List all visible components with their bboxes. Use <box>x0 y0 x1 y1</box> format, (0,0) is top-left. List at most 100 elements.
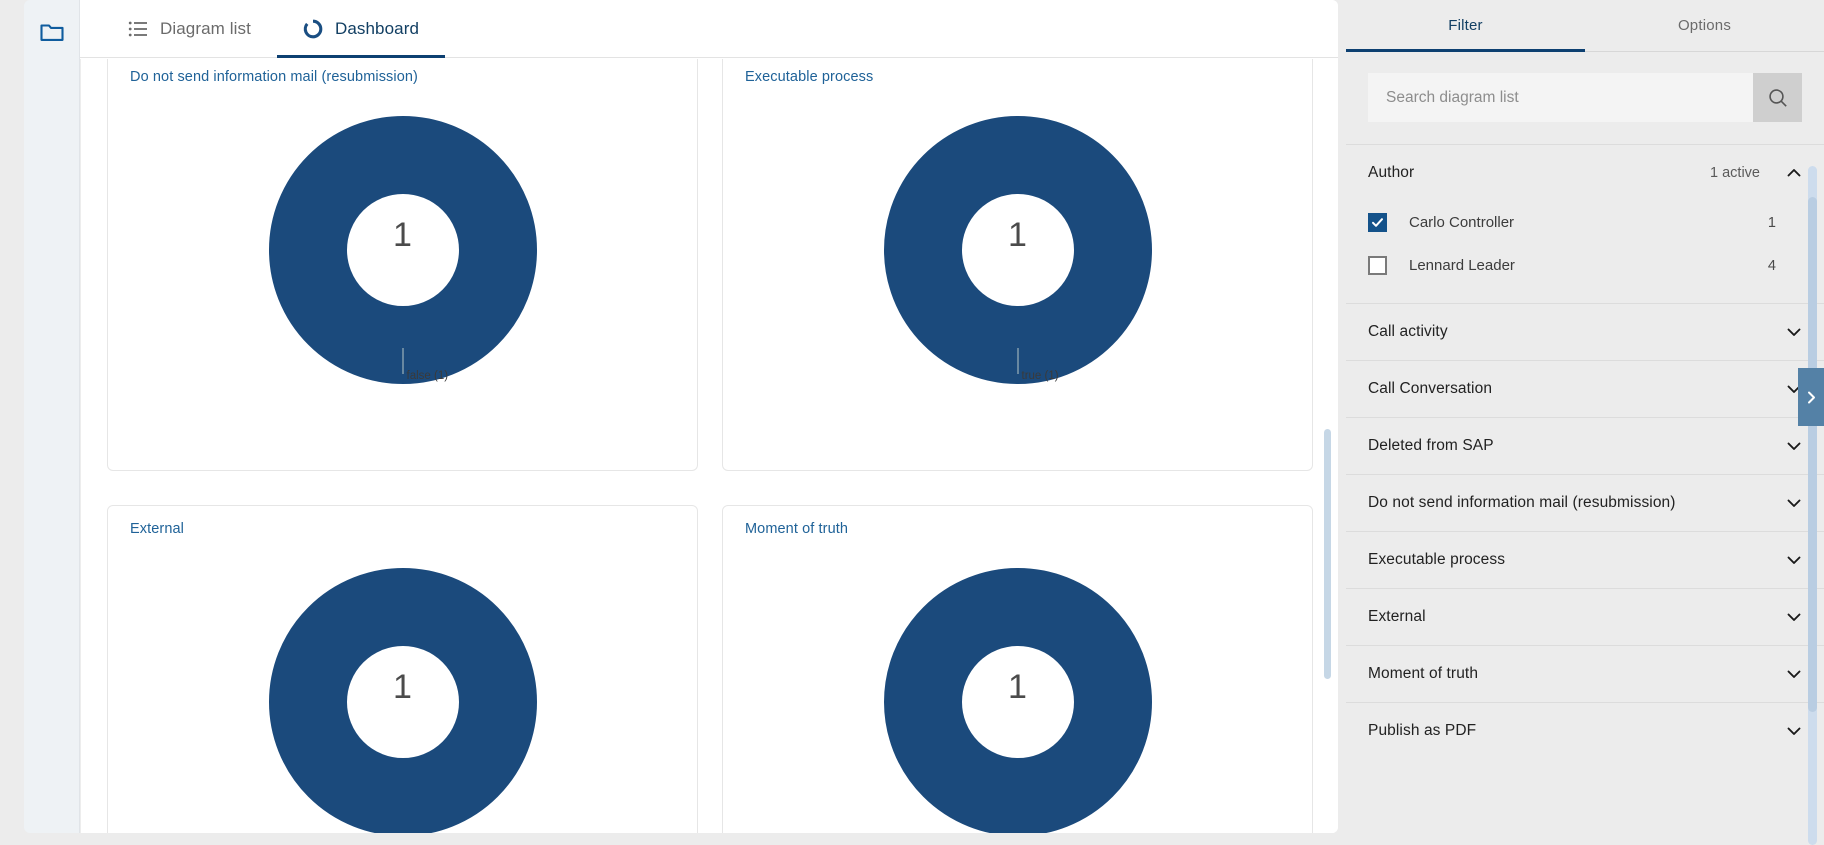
donut-chart: 1 <box>253 562 553 833</box>
chevron-down-icon <box>1787 328 1801 336</box>
tab-label-dashboard: Dashboard <box>334 18 420 38</box>
filter-section-call-conversation: Call Conversation <box>1346 360 1824 417</box>
filter-scrollbar-thumb[interactable] <box>1808 197 1817 712</box>
search-row <box>1368 73 1802 122</box>
filter-option-row[interactable]: Lennard Leader 4 <box>1346 244 1824 287</box>
donut-center-value: 1 <box>1008 668 1027 706</box>
chevron-down-icon <box>1787 613 1801 621</box>
donut-chart: 1 <box>868 562 1168 833</box>
filter-section-author: Author 1 active Carlo Controller 1 Lenna… <box>1346 144 1824 303</box>
dashboard-board: Do not send information mail (resubmissi… <box>81 59 1338 833</box>
chevron-down-icon <box>1787 556 1801 564</box>
dashboard-card[interactable]: Do not send information mail (resubmissi… <box>107 59 698 471</box>
donut-chart-icon <box>303 19 323 38</box>
card-title: External <box>130 521 184 537</box>
chevron-down-icon <box>1787 442 1801 450</box>
filter-section-header[interactable]: Publish as PDF <box>1346 703 1824 759</box>
tab-filter-label: Filter <box>1448 17 1483 34</box>
filter-section-name: Call activity <box>1368 323 1448 340</box>
folder-icon <box>40 23 64 41</box>
dashboard-card[interactable]: Moment of truth 1 <box>722 505 1313 833</box>
donut-slice-label: false (1) <box>406 370 449 382</box>
checkbox-unchecked[interactable] <box>1368 256 1387 275</box>
filter-section-header[interactable]: Moment of truth <box>1346 646 1824 702</box>
filter-section-name: Executable process <box>1368 551 1506 568</box>
filter-section-status: 1 active <box>1710 165 1760 181</box>
list-icon <box>128 21 147 36</box>
folder-button[interactable] <box>37 16 67 46</box>
chevron-up-icon <box>1787 169 1801 177</box>
card-row: External 1 Moment of truth 1 <box>81 505 1338 833</box>
donut-center-value: 1 <box>393 216 412 254</box>
search-icon <box>1768 88 1787 107</box>
filter-section-name: Moment of truth <box>1368 665 1479 682</box>
chart-area: 1 <box>108 548 697 833</box>
checkbox-checked[interactable] <box>1368 213 1387 232</box>
filter-section-name: Do not send information mail (resubmissi… <box>1368 494 1676 511</box>
main-panel: Diagram list Dashboard Do not send infor… <box>80 0 1338 833</box>
card-title: Do not send information mail (resubmissi… <box>130 69 418 85</box>
donut-chart: 1 false (1) <box>253 110 553 460</box>
tab-label-diagram-list: Diagram list <box>160 18 251 38</box>
chart-area: 1 false (1) <box>108 96 697 470</box>
filter-section-body: Carlo Controller 1 Lennard Leader 4 <box>1346 201 1824 303</box>
dashboard-scroll-region[interactable]: Do not send information mail (resubmissi… <box>80 59 1338 833</box>
chart-area: 1 true (1) <box>723 96 1312 470</box>
filter-panel: Filter Options Author 1 active <box>1346 0 1824 845</box>
donut-svg <box>883 116 1152 384</box>
filter-section-moment-of-truth: Moment of truth <box>1346 645 1824 702</box>
filter-section-header[interactable]: External <box>1346 589 1824 645</box>
donut-center-value: 1 <box>1008 216 1027 254</box>
filter-section-external: External <box>1346 588 1824 645</box>
dashboard-card[interactable]: External 1 <box>107 505 698 833</box>
filter-section-publish-as-pdf: Publish as PDF <box>1346 702 1824 759</box>
donut-center-value: 1 <box>393 668 412 706</box>
filter-panel-tabs: Filter Options <box>1346 0 1824 52</box>
dashboard-card[interactable]: Executable process 1 true (1) <box>722 59 1313 471</box>
filter-section-name: Author <box>1368 164 1415 181</box>
filter-section-header[interactable]: Call activity <box>1346 304 1824 360</box>
card-title: Executable process <box>745 69 874 85</box>
tab-dashboard[interactable]: Dashboard <box>276 0 446 58</box>
tab-options[interactable]: Options <box>1585 0 1824 51</box>
chevron-down-icon <box>1787 727 1801 735</box>
chart-area: 1 <box>723 548 1312 833</box>
search-button[interactable] <box>1753 73 1802 122</box>
filter-section-name: Call Conversation <box>1368 380 1493 397</box>
card-title: Moment of truth <box>745 521 849 537</box>
filter-section-header[interactable]: Do not send information mail (resubmissi… <box>1346 475 1824 531</box>
tab-filter[interactable]: Filter <box>1346 0 1585 52</box>
filter-section-header[interactable]: Author 1 active <box>1346 145 1824 201</box>
chevron-down-icon <box>1787 670 1801 678</box>
check-icon <box>1372 218 1383 227</box>
filter-section-name: Publish as PDF <box>1368 722 1477 739</box>
donut-chart: 1 true (1) <box>868 110 1168 460</box>
search-input[interactable] <box>1368 73 1753 122</box>
filter-sections: Author 1 active Carlo Controller 1 Lenna… <box>1346 144 1824 759</box>
card-row: Do not send information mail (resubmissi… <box>81 59 1338 471</box>
filter-section-name: External <box>1368 608 1426 625</box>
filter-section-header[interactable]: Executable process <box>1346 532 1824 588</box>
filter-option-label: Lennard Leader <box>1409 257 1515 274</box>
chevron-down-icon <box>1787 499 1801 507</box>
filter-section-executable-process: Executable process <box>1346 531 1824 588</box>
tab-bar: Diagram list Dashboard <box>80 0 1338 58</box>
tab-diagram-list[interactable]: Diagram list <box>102 0 277 57</box>
donut-slice-label: true (1) <box>1021 370 1059 382</box>
filter-section-call-activity: Call activity <box>1346 303 1824 360</box>
filter-section-header[interactable]: Deleted from SAP <box>1346 418 1824 474</box>
filter-section-do-not-send-information-mail: Do not send information mail (resubmissi… <box>1346 474 1824 531</box>
app-root: Diagram list Dashboard Do not send infor… <box>0 0 1824 845</box>
donut-svg <box>268 116 537 384</box>
filter-option-label: Carlo Controller <box>1409 214 1515 231</box>
filter-section-header[interactable]: Call Conversation <box>1346 361 1824 417</box>
tab-options-label: Options <box>1677 17 1732 34</box>
filter-section-name: Deleted from SAP <box>1368 437 1494 454</box>
filter-option-row[interactable]: Carlo Controller 1 <box>1346 201 1824 244</box>
filter-section-deleted-from-sap: Deleted from SAP <box>1346 417 1824 474</box>
chevron-right-icon <box>1807 391 1815 403</box>
filter-option-count: 1 <box>1767 214 1776 231</box>
filter-option-count: 4 <box>1767 257 1776 274</box>
main-scrollbar-thumb[interactable] <box>1324 429 1331 679</box>
collapse-panel-handle[interactable] <box>1798 368 1824 426</box>
